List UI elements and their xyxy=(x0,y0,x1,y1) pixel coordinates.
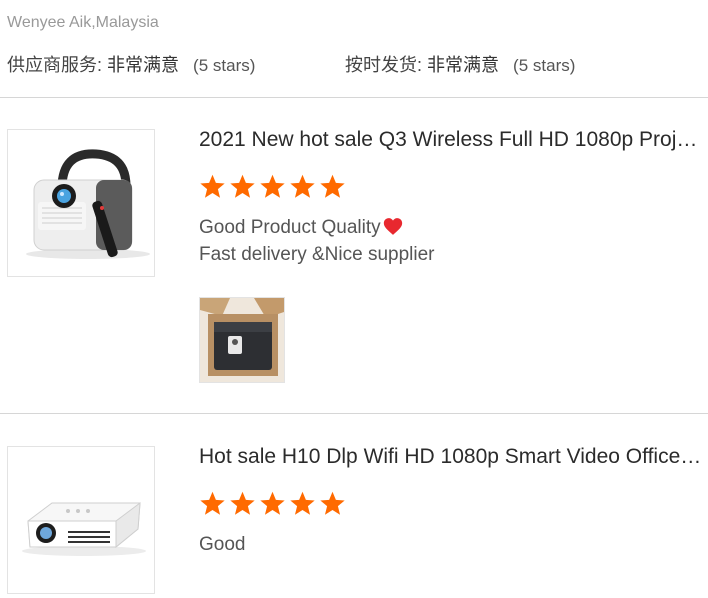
star-icon xyxy=(230,491,255,515)
product-title[interactable]: 2021 New hot sale Q3 Wireless Full HD 10… xyxy=(199,128,704,152)
on-time-delivery-label: 按时发货: xyxy=(345,55,423,75)
on-time-delivery-value: 非常满意 xyxy=(427,55,500,75)
review-star-rating xyxy=(199,173,346,200)
product-image[interactable] xyxy=(7,446,155,594)
review-star-rating xyxy=(199,490,346,517)
divider xyxy=(0,413,708,414)
product-image[interactable] xyxy=(7,129,155,277)
star-icon xyxy=(290,174,315,198)
review-line: Good xyxy=(199,534,246,555)
heart-icon xyxy=(383,218,402,235)
review-text: Good xyxy=(199,531,245,558)
review-line: Fast delivery &Nice supplier xyxy=(199,244,435,265)
product-title[interactable]: Hot sale H10 Dlp Wifi HD 1080p Smart Vid… xyxy=(199,445,704,469)
projector-h10-image xyxy=(22,501,146,556)
on-time-delivery-stars: (5 stars) xyxy=(513,56,576,75)
star-icon xyxy=(260,174,285,198)
star-icon xyxy=(200,491,225,515)
box-photo xyxy=(200,298,284,382)
divider xyxy=(0,97,708,98)
reviewer-name: Wenyee Aik,Malaysia xyxy=(7,14,159,31)
star-icon xyxy=(230,174,255,198)
star-icon xyxy=(200,174,225,198)
supplier-service-value: 非常满意 xyxy=(107,55,180,75)
supplier-service-rating: 供应商服务: 非常满意 (5 stars) xyxy=(7,51,255,77)
review-photo-thumbnail[interactable] xyxy=(199,297,285,383)
projector-q3-image xyxy=(26,149,150,259)
supplier-service-stars: (5 stars) xyxy=(193,56,256,75)
review-text: Good Product Quality Fast delivery &Nice… xyxy=(199,214,434,268)
star-icon xyxy=(290,491,315,515)
review-line: Good Product Quality xyxy=(199,217,381,238)
star-icon xyxy=(260,491,285,515)
on-time-delivery-rating: 按时发货: 非常满意 (5 stars) xyxy=(345,51,575,77)
star-icon xyxy=(320,174,345,198)
star-icon xyxy=(320,491,345,515)
supplier-service-label: 供应商服务: xyxy=(7,55,103,75)
